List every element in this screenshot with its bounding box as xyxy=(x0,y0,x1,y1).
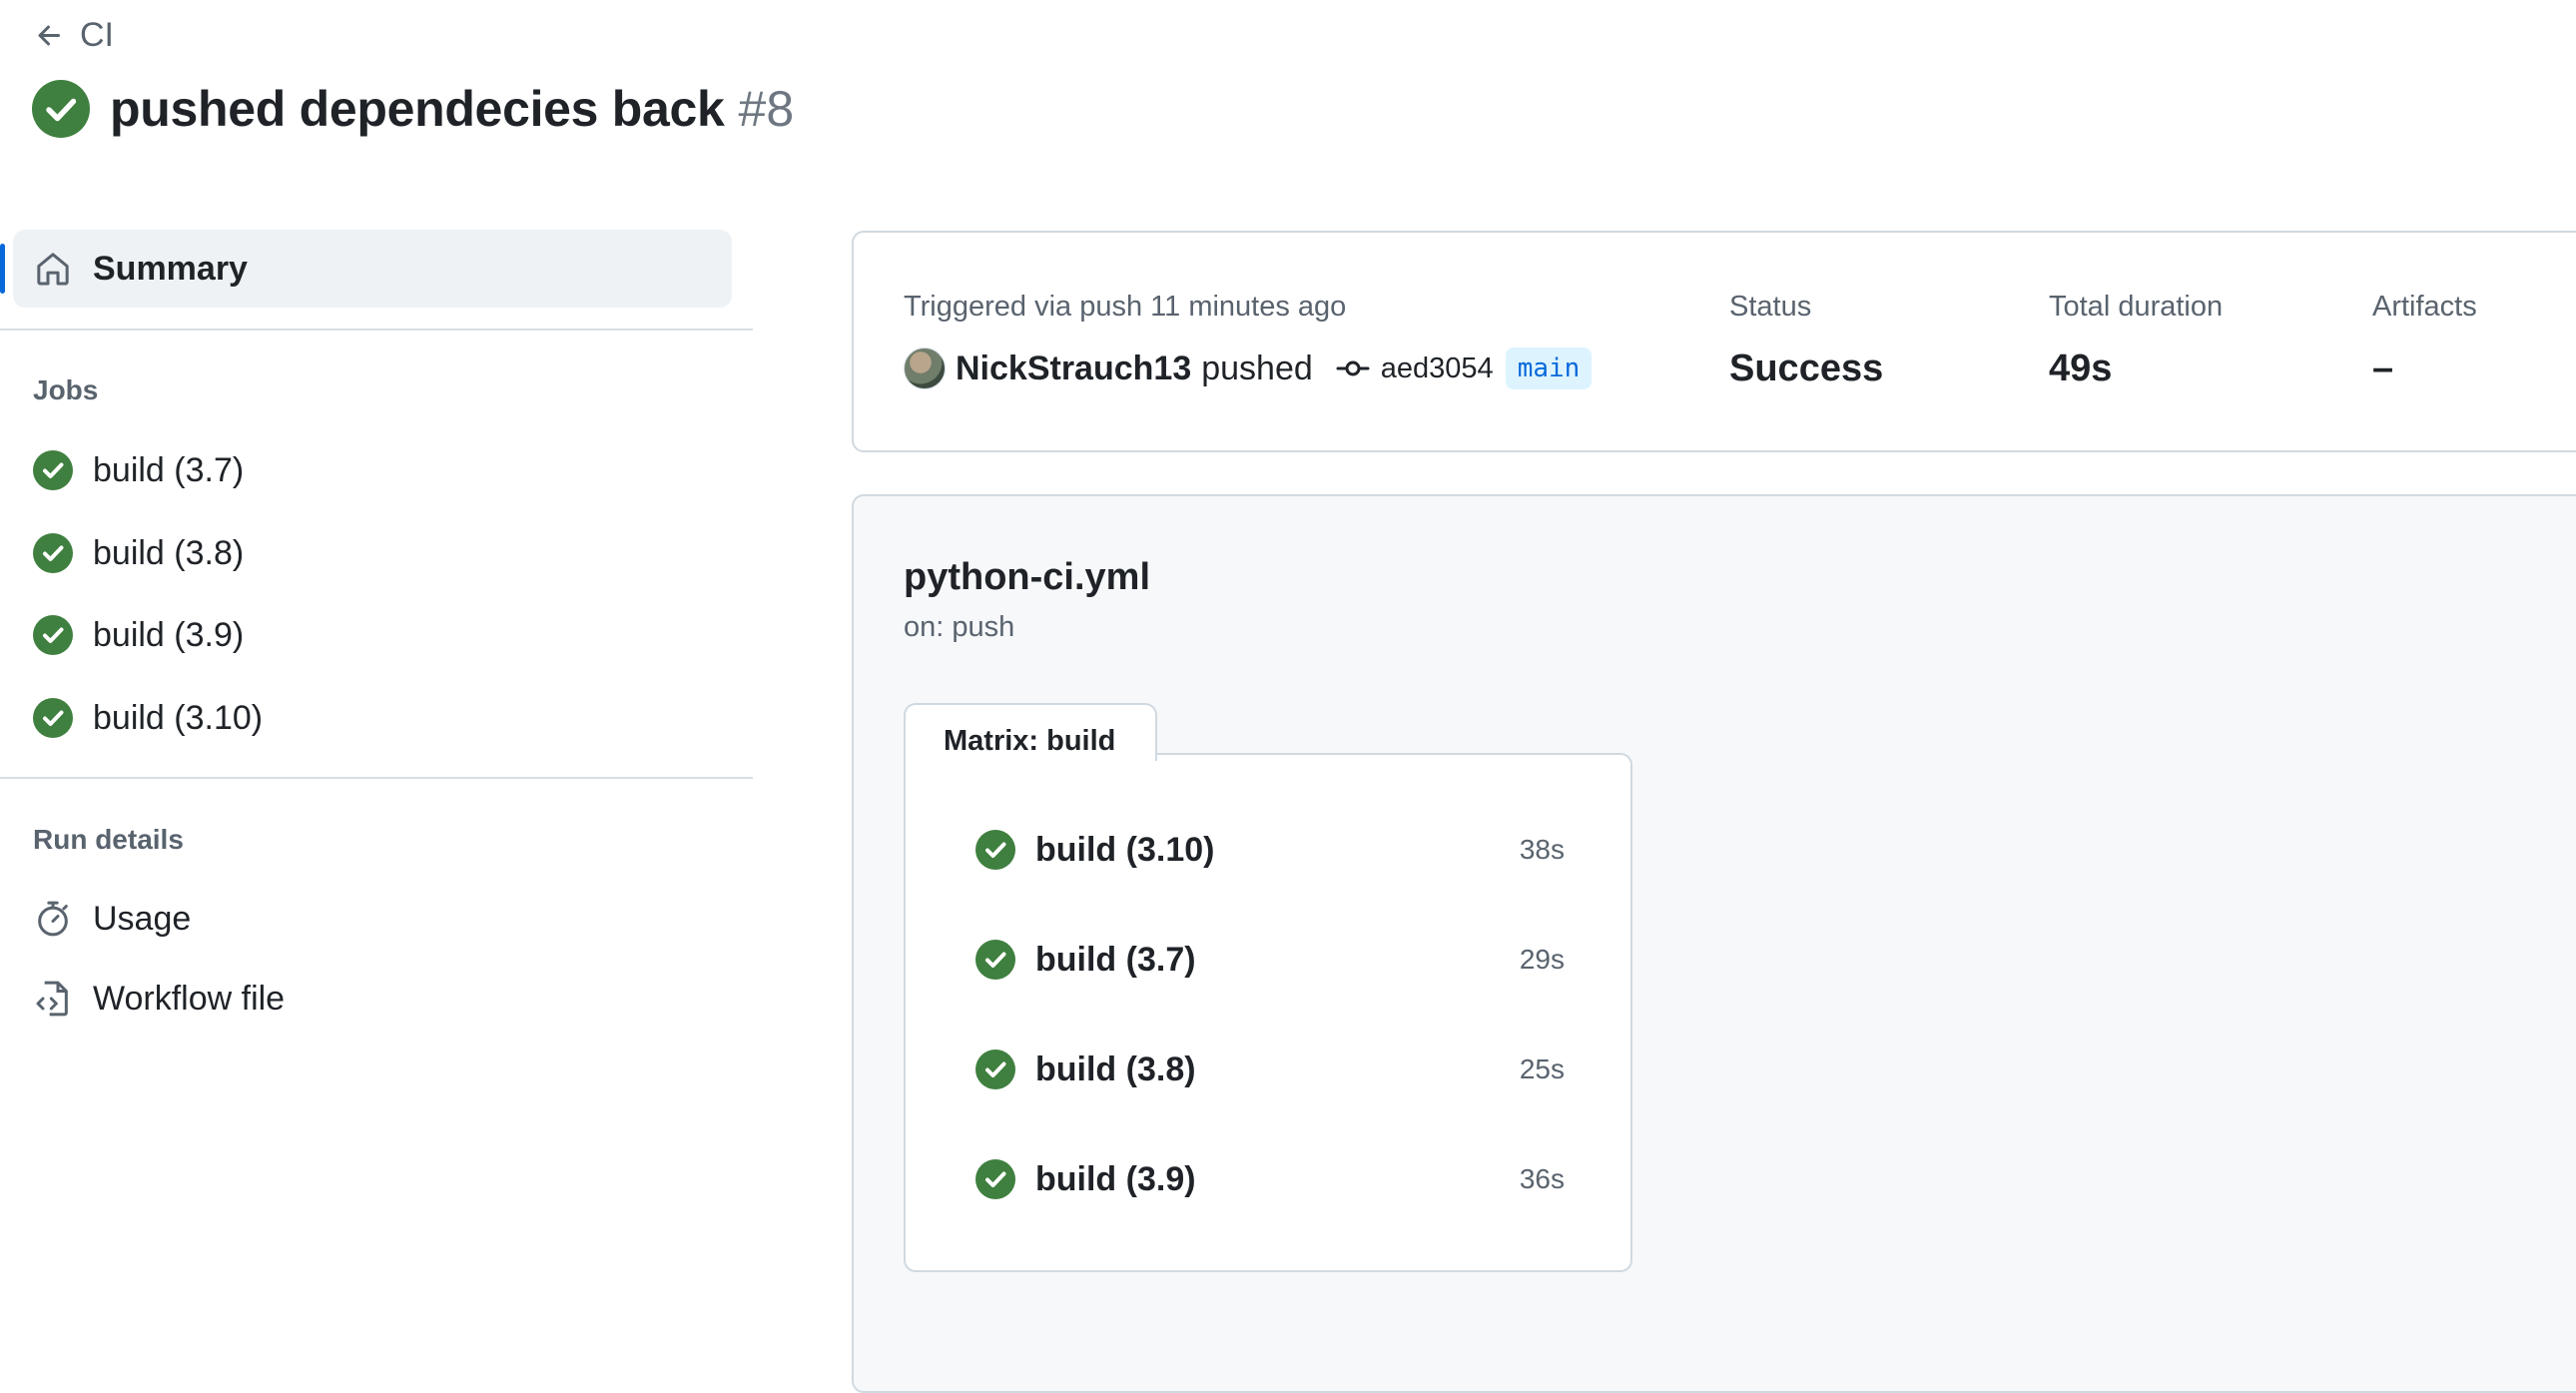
avatar[interactable] xyxy=(904,348,946,389)
job-label: build (3.10) xyxy=(93,698,264,737)
success-check-icon xyxy=(33,698,73,738)
matrix-job-row[interactable]: build (3.8) 25s xyxy=(975,1040,1565,1099)
back-link[interactable]: CI xyxy=(34,16,114,55)
stopwatch-icon xyxy=(33,899,73,939)
trigger-text: Triggered via push 11 minutes ago xyxy=(904,291,1347,323)
sidebar-job-item[interactable]: build (3.8) xyxy=(33,533,244,573)
sidebar-divider xyxy=(0,777,753,779)
success-check-icon xyxy=(33,615,73,655)
back-link-label: CI xyxy=(80,16,114,54)
success-check-icon xyxy=(975,1159,1015,1199)
page-title: pushed dependecies back xyxy=(110,81,725,137)
job-name: build (3.7) xyxy=(1035,940,1196,979)
matrix-tab: Matrix: build xyxy=(904,703,1157,761)
job-duration: 25s xyxy=(1519,1053,1565,1084)
sidebar-item-summary[interactable]: Summary xyxy=(0,230,732,308)
jobs-heading: Jobs xyxy=(33,374,99,405)
git-commit-icon xyxy=(1335,350,1371,386)
home-icon xyxy=(33,249,73,289)
usage-label: Usage xyxy=(93,899,192,938)
sidebar-job-item[interactable]: build (3.9) xyxy=(33,615,244,655)
file-code-icon xyxy=(33,979,73,1019)
sidebar-item-usage[interactable]: Usage xyxy=(33,899,191,939)
status-value: Success xyxy=(1729,348,1884,389)
matrix-job-row[interactable]: build (3.7) 29s xyxy=(975,930,1565,990)
success-check-icon xyxy=(975,1049,1015,1089)
duration-label: Total duration xyxy=(2049,291,2224,323)
sidebar-item-workflow-file[interactable]: Workflow file xyxy=(33,979,285,1019)
workflow-file-label: Workflow file xyxy=(93,979,286,1018)
branch-badge[interactable]: main xyxy=(1505,348,1593,389)
matrix-label: Matrix: build xyxy=(944,725,1116,757)
user-link[interactable]: NickStrauch13 xyxy=(956,349,1191,388)
sidebar-job-item[interactable]: build (3.7) xyxy=(33,450,244,490)
workflow-file-name: python-ci.yml xyxy=(904,556,1151,598)
matrix-job-row[interactable]: build (3.10) 38s xyxy=(975,820,1565,880)
job-label: build (3.8) xyxy=(93,533,245,572)
matrix-job-group: build (3.10) 38s build (3.7) 29s build (… xyxy=(904,753,1632,1272)
success-check-icon xyxy=(33,450,73,490)
job-name: build (3.8) xyxy=(1035,1049,1196,1088)
workflow-graph-panel: python-ci.yml on: push Matrix: build bui… xyxy=(852,494,2576,1393)
action-text: pushed xyxy=(1201,348,1313,387)
artifacts-label: Artifacts xyxy=(2372,291,2477,323)
job-label: build (3.9) xyxy=(93,615,245,654)
sidebar-item-label: Summary xyxy=(93,249,248,288)
run-number: #8 xyxy=(738,81,795,137)
trigger-details: NickStrauch13 pushed aed3054 main xyxy=(904,348,1593,389)
status-label: Status xyxy=(1729,291,1812,323)
artifacts-value: – xyxy=(2372,348,2394,389)
success-check-icon xyxy=(33,533,73,573)
arrow-left-icon xyxy=(34,20,66,52)
run-details-heading: Run details xyxy=(33,824,184,855)
job-name: build (3.10) xyxy=(1035,830,1215,869)
job-duration: 36s xyxy=(1519,1163,1565,1194)
run-title: pushed dependecies back #8 xyxy=(32,80,794,138)
success-check-icon xyxy=(975,830,1015,870)
duration-value: 49s xyxy=(2049,348,2113,389)
success-check-icon xyxy=(32,80,90,138)
job-duration: 38s xyxy=(1519,834,1565,865)
sidebar-divider xyxy=(0,329,753,331)
success-check-icon xyxy=(975,940,1015,980)
workflow-trigger: on: push xyxy=(904,611,1015,643)
commit-sha-link[interactable]: aed3054 xyxy=(1381,352,1494,385)
job-duration: 29s xyxy=(1519,944,1565,975)
matrix-job-row[interactable]: build (3.9) 36s xyxy=(975,1149,1565,1209)
sidebar-job-item[interactable]: build (3.10) xyxy=(33,698,263,738)
job-label: build (3.7) xyxy=(93,450,245,489)
active-indicator xyxy=(0,244,5,294)
sidebar: Summary xyxy=(0,230,753,308)
job-name: build (3.9) xyxy=(1035,1159,1196,1198)
run-summary-card: Triggered via push 11 minutes ago NickSt… xyxy=(852,231,2576,452)
